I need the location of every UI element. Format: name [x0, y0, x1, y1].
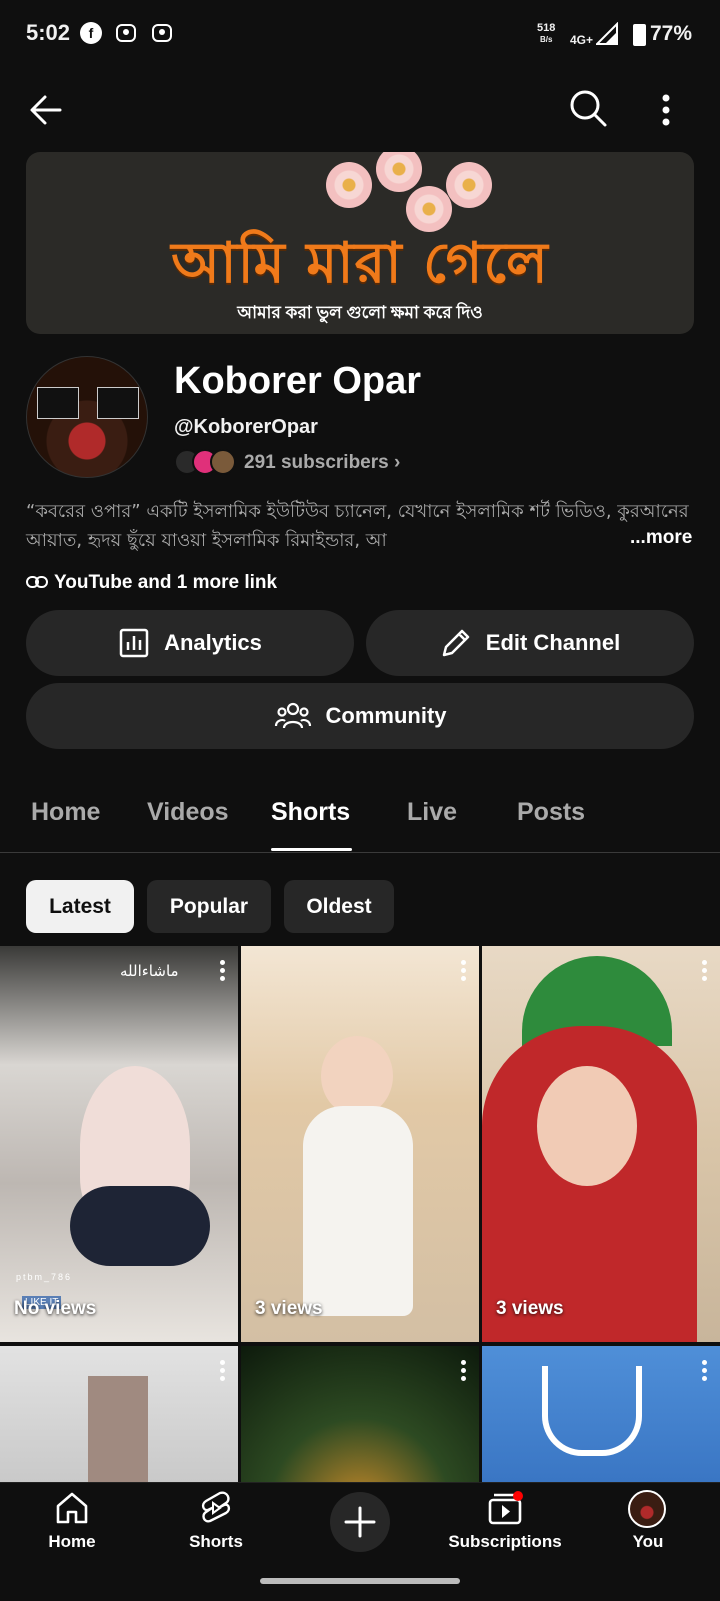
short-thumbnail[interactable]: ماشاءالله ptbm_786 LIKE IT No views: [0, 946, 238, 1342]
shorts-icon: [201, 1491, 231, 1523]
channel-handle: @KoborerOpar: [174, 416, 318, 438]
active-tab-indicator: [271, 848, 352, 851]
network-speed: 518 B/s: [537, 22, 556, 44]
short-thumbnail[interactable]: 3 views: [482, 946, 720, 1342]
thumbnail-figure: [70, 1186, 210, 1266]
short-views: 3 views: [255, 1298, 323, 1319]
edit-channel-button[interactable]: Edit Channel: [366, 610, 694, 676]
short-menu-icon[interactable]: [702, 1360, 708, 1382]
channel-links[interactable]: YouTube and 1 more link: [26, 572, 277, 594]
chip-popular[interactable]: Popular: [147, 880, 271, 933]
short-thumbnail[interactable]: [241, 1346, 479, 1482]
tab-live[interactable]: Live: [407, 798, 457, 827]
plus-icon: [344, 1506, 376, 1538]
analytics-button[interactable]: Analytics: [26, 610, 354, 676]
facebook-icon: f: [80, 22, 102, 44]
tab-videos[interactable]: Videos: [147, 798, 229, 827]
tab-home[interactable]: Home: [31, 798, 100, 827]
profile-avatar: [628, 1490, 666, 1528]
channel-avatar[interactable]: [26, 356, 148, 478]
status-bar: 5:02 f 518 B/s 4G+ 77%: [0, 0, 720, 70]
channel-banner[interactable]: আমি মারা গেলে আমার করা ভুল গুলো ক্ষমা কর…: [26, 152, 694, 334]
thumbnail-figure: [537, 1066, 637, 1186]
chip-latest[interactable]: Latest: [26, 880, 134, 933]
channel-name: Koborer Opar: [174, 360, 422, 402]
chip-oldest[interactable]: Oldest: [284, 880, 394, 933]
short-menu-icon[interactable]: [461, 960, 467, 982]
avatar-banner-detail: [37, 387, 79, 419]
short-views: No views: [14, 1298, 97, 1319]
thumbnail-watermark: ptbm_786: [16, 1272, 73, 1282]
create-button[interactable]: [330, 1492, 390, 1552]
community-button[interactable]: Community: [26, 683, 694, 749]
battery-icon: [633, 24, 646, 46]
channel-description[interactable]: “কবরের ওপার” একটি ইসলামিক ইউটিউব চ্যানেল…: [26, 497, 694, 555]
thumbnail-figure: [303, 1106, 413, 1316]
subscriber-avatars: [174, 449, 236, 475]
short-menu-icon[interactable]: [220, 960, 226, 982]
thumbnail-tower: [88, 1376, 148, 1482]
chevron-right-icon: ›: [393, 452, 401, 473]
thumbnail-calligraphy: [542, 1366, 642, 1456]
community-icon: [274, 702, 311, 729]
notification-icon: [116, 24, 136, 42]
short-menu-icon[interactable]: [702, 960, 708, 982]
thumbnail-figure: [321, 1036, 393, 1116]
avatar-banner-detail: [97, 387, 139, 419]
subscriber-avatar: [210, 449, 236, 475]
tab-posts[interactable]: Posts: [517, 798, 585, 827]
status-time: 5:02: [26, 20, 71, 45]
signal-icon: [596, 22, 618, 45]
short-thumbnail[interactable]: [0, 1346, 238, 1482]
subscriber-count[interactable]: 291 subscribers ›: [244, 452, 400, 474]
network-type: 4G+: [570, 33, 594, 47]
short-thumbnail[interactable]: [482, 1346, 720, 1482]
subscriptions-icon: [488, 1491, 523, 1525]
more-vert-icon[interactable]: [654, 92, 678, 128]
tabs-divider: [0, 852, 720, 853]
flower-decoration: [326, 162, 372, 208]
link-icon: [26, 576, 48, 588]
gesture-bar: [260, 1578, 460, 1584]
flower-decoration: [376, 152, 422, 192]
pencil-icon: [442, 629, 470, 657]
description-more-link[interactable]: ...more: [626, 527, 693, 549]
battery-level: 77%: [650, 22, 693, 45]
back-arrow-icon[interactable]: [28, 92, 64, 128]
notification-icon: [152, 24, 172, 42]
flower-decoration: [446, 162, 492, 208]
short-views: 3 views: [496, 1298, 564, 1319]
home-icon: [56, 1492, 88, 1524]
analytics-icon: [119, 628, 149, 658]
tab-shorts[interactable]: Shorts: [271, 798, 350, 827]
thumbnail-overlay-text: ماشاءالله: [120, 963, 179, 980]
short-menu-icon[interactable]: [220, 1360, 226, 1382]
search-icon[interactable]: [568, 88, 608, 128]
short-thumbnail[interactable]: 3 views: [241, 946, 479, 1342]
short-menu-icon[interactable]: [461, 1360, 467, 1382]
banner-subtitle: আমার করা ভুল গুলো ক্ষমা করে দিও: [237, 303, 483, 322]
